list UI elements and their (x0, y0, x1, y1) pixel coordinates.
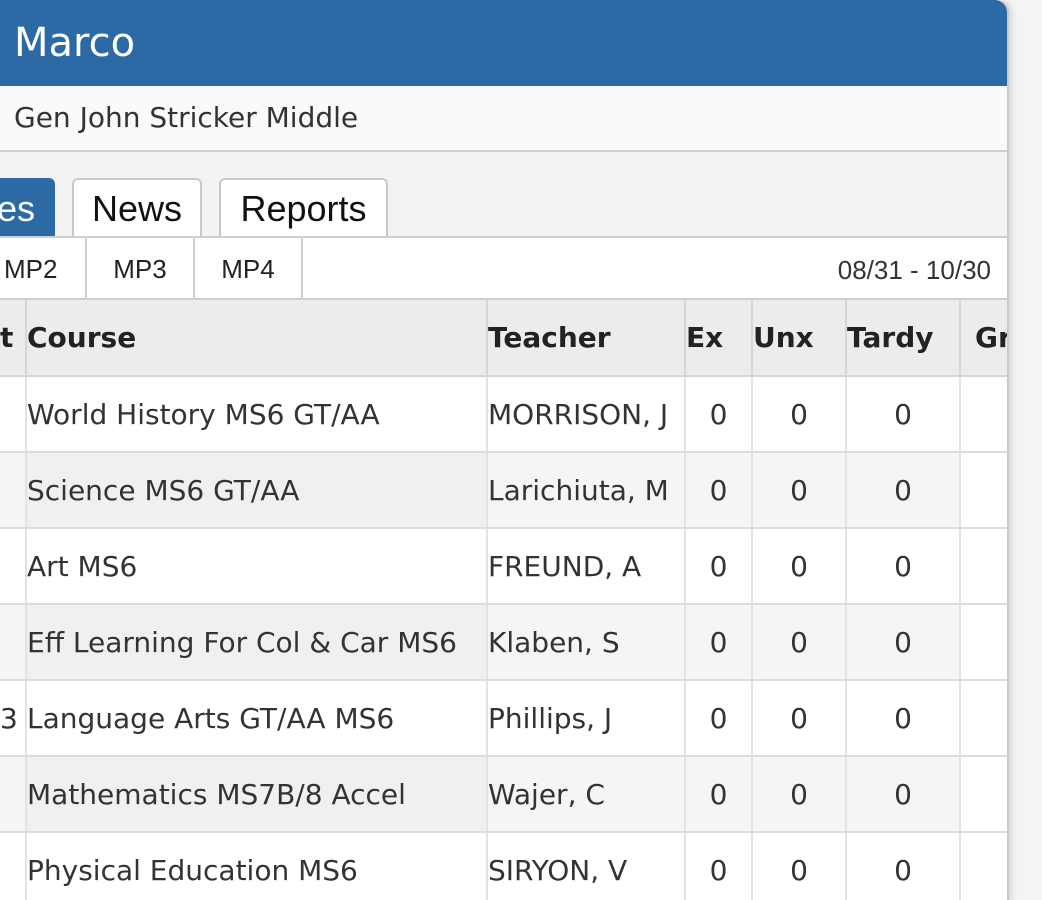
excused-count[interactable]: 0 (685, 452, 753, 529)
unexcused-count[interactable]: 0 (752, 376, 847, 453)
school-name: Gen John Stricker Middle (14, 101, 359, 134)
period-cell (0, 832, 27, 900)
tab-news[interactable]: News (72, 178, 202, 236)
unexcused-count[interactable]: 0 (752, 832, 847, 900)
tardy-count[interactable]: 0 (846, 604, 961, 681)
date-range: 08/31 - 10/30 (837, 255, 991, 285)
grades-table: t Course Teacher Ex Unx Tardy Gr World H… (0, 300, 1007, 900)
tardy-count[interactable]: 0 (846, 528, 961, 605)
teacher-name[interactable]: Wajer, C (487, 756, 686, 833)
excused-count[interactable]: 0 (685, 376, 753, 453)
unexcused-count[interactable]: 0 (752, 604, 847, 681)
tardy-count[interactable]: 0 (846, 832, 961, 900)
tab-reports[interactable]: Reports (219, 178, 388, 236)
period-cell: 3 (0, 680, 27, 757)
column-header-course[interactable]: Course (26, 300, 488, 377)
tardy-count[interactable]: 0 (846, 452, 961, 529)
table-row[interactable]: Art MS6 FREUND, A 0 0 0 (0, 528, 1007, 605)
period-cell (0, 756, 27, 833)
unexcused-count[interactable]: 0 (752, 528, 847, 605)
excused-count[interactable]: 0 (685, 832, 753, 900)
grade-cell (960, 604, 1007, 681)
tardy-count[interactable]: 0 (846, 680, 961, 757)
student-panel: Marco Gen John Stricker Middle es News R… (0, 0, 1009, 900)
grade-cell (960, 528, 1007, 605)
course-name[interactable]: Language Arts GT/AA MS6 (26, 680, 488, 757)
grade-cell (960, 832, 1007, 900)
course-name[interactable]: World History MS6 GT/AA (26, 376, 488, 453)
unexcused-count[interactable]: 0 (752, 756, 847, 833)
teacher-name[interactable]: MORRISON, J (487, 376, 686, 453)
table-row[interactable]: Mathematics MS7B/8 Accel Wajer, C 0 0 0 (0, 756, 1007, 833)
marking-period-mp2[interactable]: MP2 (0, 238, 87, 300)
course-name[interactable]: Science MS6 GT/AA (26, 452, 488, 529)
period-cell (0, 452, 27, 529)
marking-period-mp4[interactable]: MP4 (195, 238, 303, 300)
tab-grades[interactable]: es (0, 178, 55, 236)
grade-cell (960, 680, 1007, 757)
unexcused-count[interactable]: 0 (752, 680, 847, 757)
grade-cell (960, 756, 1007, 833)
course-name[interactable]: Physical Education MS6 (26, 832, 488, 900)
column-header-excused[interactable]: Ex (685, 300, 753, 377)
teacher-name[interactable]: FREUND, A (487, 528, 686, 605)
marking-period-bar: MP2 MP3 MP4 08/31 - 10/30 (0, 236, 1007, 300)
table-row[interactable]: Eff Learning For Col & Car MS6 Klaben, S… (0, 604, 1007, 681)
tardy-count[interactable]: 0 (846, 756, 961, 833)
excused-count[interactable]: 0 (685, 680, 753, 757)
tab-bar: es News Reports (0, 152, 1007, 236)
tardy-count[interactable]: 0 (846, 376, 961, 453)
table-row[interactable]: World History MS6 GT/AA MORRISON, J 0 0 … (0, 376, 1007, 453)
period-cell (0, 376, 27, 453)
course-name[interactable]: Art MS6 (26, 528, 488, 605)
excused-count[interactable]: 0 (685, 528, 753, 605)
table-row[interactable]: Science MS6 GT/AA Larichiuta, M 0 0 0 (0, 452, 1007, 529)
student-header: Marco (0, 0, 1007, 86)
column-header-grade[interactable]: Gr (960, 300, 1007, 377)
course-name[interactable]: Eff Learning For Col & Car MS6 (26, 604, 488, 681)
column-header-tardy[interactable]: Tardy (846, 300, 961, 377)
unexcused-count[interactable]: 0 (752, 452, 847, 529)
period-cell (0, 528, 27, 605)
course-name[interactable]: Mathematics MS7B/8 Accel (26, 756, 488, 833)
student-name: Marco (14, 20, 136, 66)
teacher-name[interactable]: Phillips, J (487, 680, 686, 757)
grade-cell (960, 376, 1007, 453)
grade-cell (960, 452, 1007, 529)
school-bar: Gen John Stricker Middle (0, 86, 1007, 152)
table-header-row: t Course Teacher Ex Unx Tardy Gr (0, 300, 1007, 377)
excused-count[interactable]: 0 (685, 756, 753, 833)
table-row[interactable]: Physical Education MS6 SIRYON, V 0 0 0 (0, 832, 1007, 900)
column-header-teacher[interactable]: Teacher (487, 300, 686, 377)
excused-count[interactable]: 0 (685, 604, 753, 681)
column-header-period[interactable]: t (0, 300, 27, 377)
column-header-unexcused[interactable]: Unx (752, 300, 847, 377)
teacher-name[interactable]: Larichiuta, M (487, 452, 686, 529)
period-cell (0, 604, 27, 681)
table-row[interactable]: 3 Language Arts GT/AA MS6 Phillips, J 0 … (0, 680, 1007, 757)
teacher-name[interactable]: SIRYON, V (487, 832, 686, 900)
marking-period-mp3[interactable]: MP3 (87, 238, 195, 300)
teacher-name[interactable]: Klaben, S (487, 604, 686, 681)
